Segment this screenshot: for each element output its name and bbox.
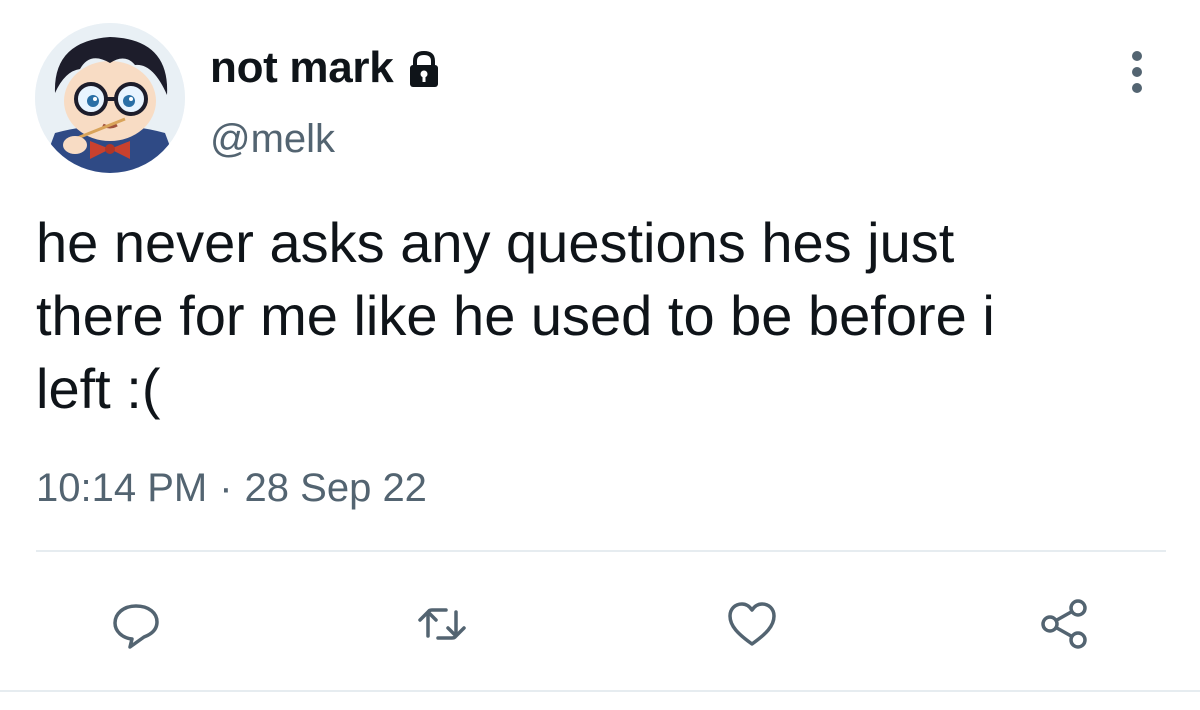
avatar[interactable] <box>35 23 185 173</box>
timestamp-separator: · <box>219 466 233 510</box>
heart-icon <box>728 602 776 646</box>
divider <box>36 550 1166 552</box>
like-button[interactable] <box>722 594 782 654</box>
reply-icon <box>113 604 159 649</box>
display-name[interactable]: not mark <box>210 43 394 93</box>
user-handle[interactable]: @melk <box>210 117 335 162</box>
tweet-text: he never asks any questions hes just the… <box>36 211 995 420</box>
tweet-timestamp[interactable]: 10:14 PM · 28 Sep 22 <box>36 466 427 511</box>
tweet-card: not mark @melk he never asks any questio… <box>0 0 1200 710</box>
more-vertical-icon[interactable] <box>1122 48 1152 96</box>
reply-button[interactable] <box>106 594 166 654</box>
avatar-image <box>35 23 185 173</box>
lock-icon <box>403 48 445 90</box>
retweet-button[interactable] <box>412 594 472 654</box>
retweet-icon <box>418 608 466 640</box>
display-name-row: not mark <box>210 38 445 98</box>
tweet-date: 28 Sep 22 <box>244 466 427 510</box>
share-icon <box>1041 599 1087 649</box>
divider-bottom <box>0 690 1200 692</box>
share-button[interactable] <box>1034 594 1094 654</box>
tweet-time: 10:14 PM <box>36 466 208 510</box>
